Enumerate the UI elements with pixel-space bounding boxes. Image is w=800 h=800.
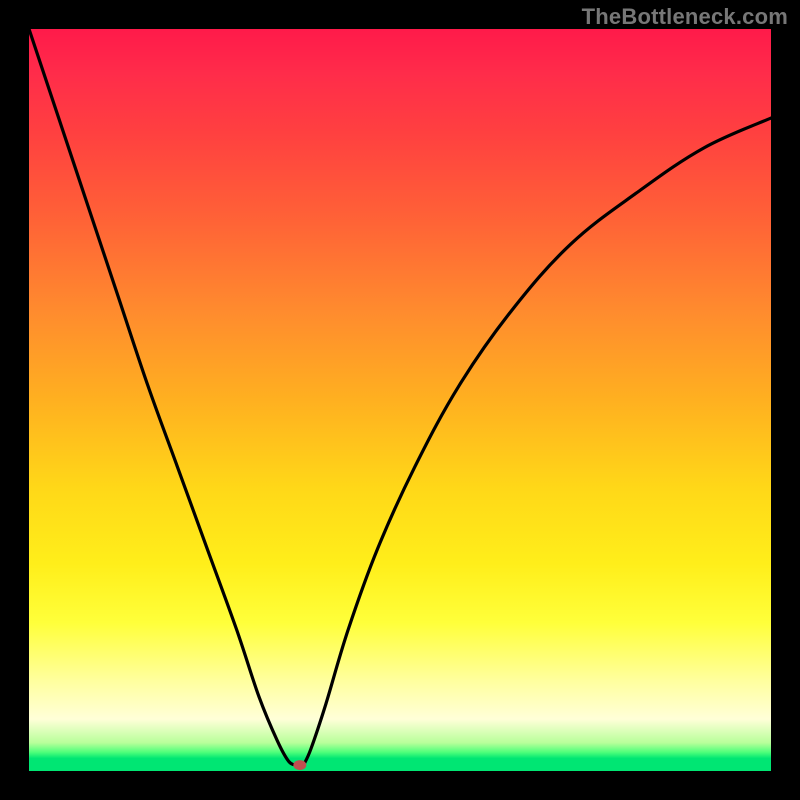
chart-frame: TheBottleneck.com <box>0 0 800 800</box>
plot-area <box>29 29 771 771</box>
bottleneck-curve <box>29 29 771 771</box>
watermark-text: TheBottleneck.com <box>582 4 788 30</box>
